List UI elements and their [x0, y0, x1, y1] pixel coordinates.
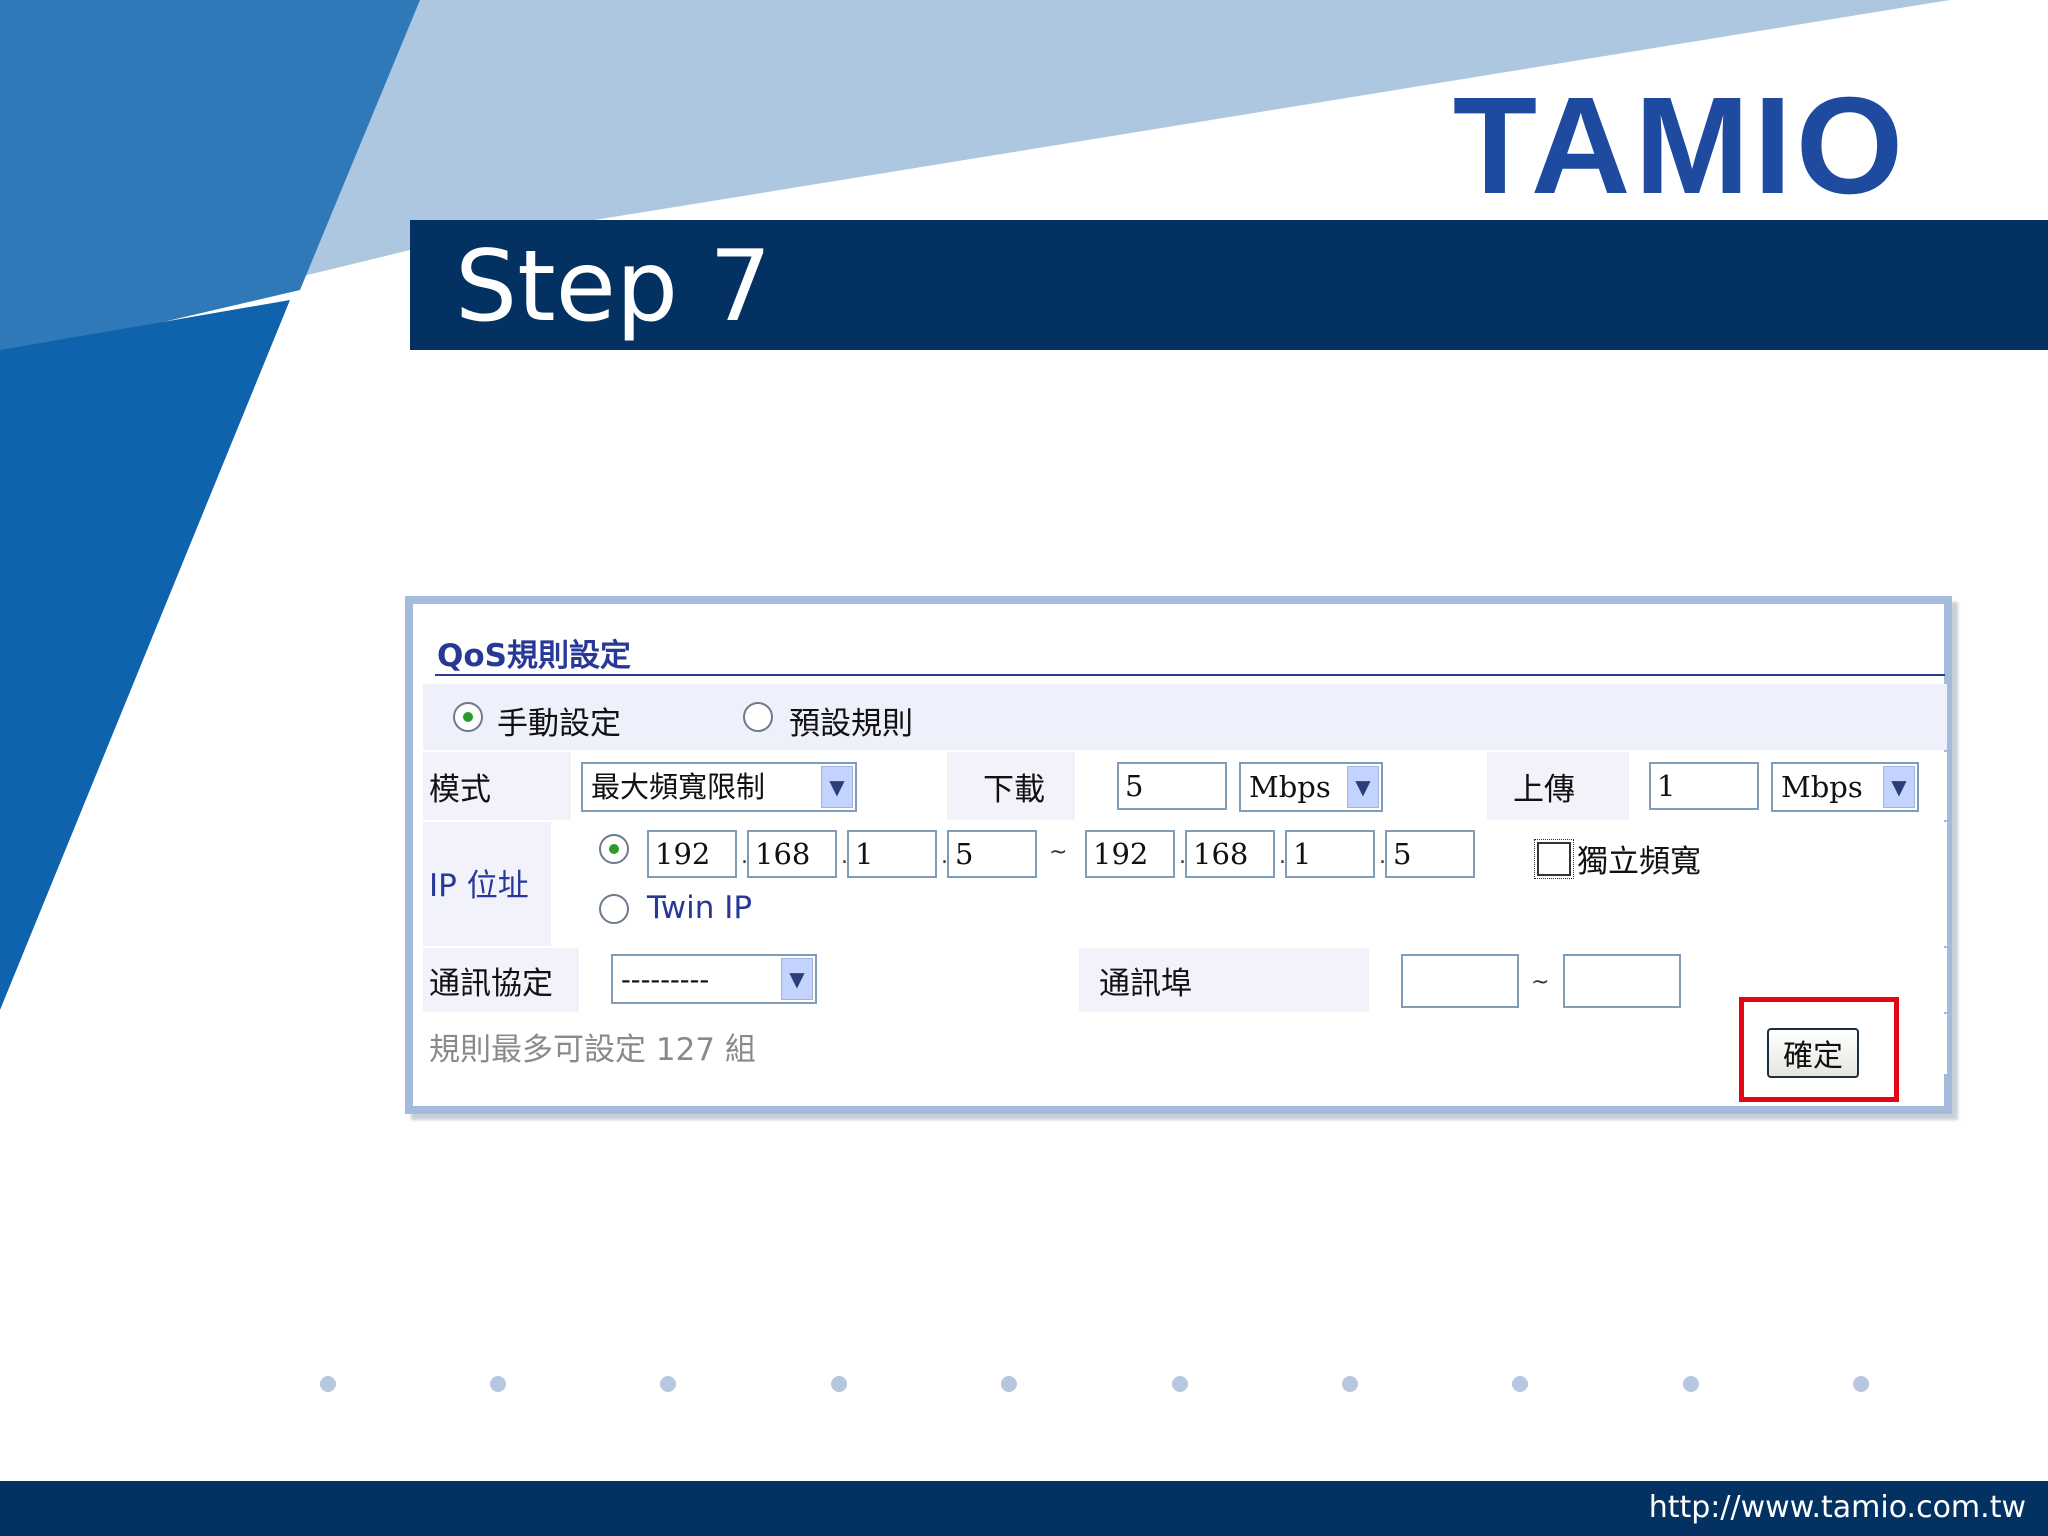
- title-divider: [435, 674, 1945, 676]
- manual-setting-label: 手動設定: [497, 706, 621, 742]
- ip-end-octet-4[interactable]: 5: [1385, 830, 1475, 878]
- protocol-row: 通訊協定 --------- ▼ 通訊埠 ~: [423, 948, 1947, 1012]
- download-unit-select[interactable]: Mbps ▼: [1239, 762, 1383, 812]
- ip-end-octet-2[interactable]: 168: [1185, 830, 1275, 878]
- chevron-down-icon: ▼: [1883, 766, 1915, 808]
- mode-select-value: 最大頻寬限制: [591, 770, 766, 804]
- decorative-dot: [1512, 1376, 1528, 1392]
- port-from-input[interactable]: [1401, 954, 1519, 1008]
- ip-address-label: IP 位址: [429, 868, 529, 904]
- download-input[interactable]: 5: [1117, 762, 1227, 810]
- decorative-dot: [1683, 1376, 1699, 1392]
- ip-start-octet-1[interactable]: 192: [647, 830, 737, 878]
- upload-unit-value: Mbps: [1781, 770, 1863, 804]
- chevron-down-icon: ▼: [821, 766, 853, 808]
- manual-setting-radio[interactable]: [453, 702, 483, 732]
- info-row: 規則最多可設定 127 組: [423, 1014, 1947, 1074]
- download-unit-value: Mbps: [1249, 770, 1331, 804]
- decorative-dot: [660, 1376, 676, 1392]
- ip-end-octet-1[interactable]: 192: [1085, 830, 1175, 878]
- twin-ip-radio[interactable]: [599, 894, 629, 924]
- decorative-dot: [490, 1376, 506, 1392]
- qos-panel-title: QoS規則設定: [437, 638, 631, 674]
- preset-rule-radio[interactable]: [743, 702, 773, 732]
- footer-url: http://www.tamio.com.tw: [1648, 1490, 2026, 1525]
- slide-title: Step 7: [455, 230, 772, 344]
- decorative-dot-row: [0, 1376, 2048, 1396]
- max-rules-info: 規則最多可設定 127 組: [429, 1032, 756, 1068]
- download-label: 下載: [983, 772, 1045, 808]
- mode-select[interactable]: 最大頻寬限制 ▼: [581, 762, 857, 812]
- protocol-select[interactable]: --------- ▼: [611, 954, 817, 1004]
- decorative-dot: [320, 1376, 336, 1392]
- protocol-select-value: ---------: [621, 962, 710, 996]
- upload-label: 上傳: [1513, 772, 1575, 808]
- decorative-dot: [1172, 1376, 1188, 1392]
- decorative-dot: [1853, 1376, 1869, 1392]
- ip-range-radio[interactable]: [599, 834, 629, 864]
- independent-bandwidth-label: 獨立頻寬: [1577, 844, 1701, 880]
- preset-rule-label: 預設規則: [789, 706, 913, 742]
- decorative-dot: [1342, 1376, 1358, 1392]
- decorative-dot: [831, 1376, 847, 1392]
- protocol-label: 通訊協定: [429, 966, 553, 1002]
- ip-start-octet-3[interactable]: 1: [847, 830, 937, 878]
- port-to-input[interactable]: [1563, 954, 1681, 1008]
- qos-rule-panel: QoS規則設定 手動設定 預設規則 模式 最大頻寬限制 ▼ 下載 5 Mbps …: [405, 596, 1952, 1114]
- setting-mode-row: 手動設定 預設規則: [423, 684, 1947, 750]
- ip-address-row: IP 位址 192 . 168 . 1 . 5 ~ 192 . 168 . 1 …: [423, 822, 1947, 946]
- independent-bandwidth-checkbox[interactable]: [1534, 839, 1574, 879]
- upload-input[interactable]: 1: [1649, 762, 1759, 810]
- upload-unit-select[interactable]: Mbps ▼: [1771, 762, 1919, 812]
- decorative-dot: [1001, 1376, 1017, 1392]
- ip-start-octet-4[interactable]: 5: [947, 830, 1037, 878]
- port-range-separator: ~: [1531, 970, 1550, 995]
- tamio-logo: TAMIO: [1452, 68, 1908, 223]
- ip-start-octet-2[interactable]: 168: [747, 830, 837, 878]
- twin-ip-label: Twin IP: [647, 890, 753, 926]
- ip-end-octet-3[interactable]: 1: [1285, 830, 1375, 878]
- mode-label: 模式: [429, 772, 491, 808]
- chevron-down-icon: ▼: [781, 958, 813, 1000]
- bandwidth-row: 模式 最大頻寬限制 ▼ 下載 5 Mbps ▼ 上傳 1 Mbps ▼: [423, 752, 1947, 820]
- ip-range-separator: ~: [1049, 840, 1068, 865]
- port-label: 通訊埠: [1099, 966, 1192, 1002]
- chevron-down-icon: ▼: [1347, 766, 1379, 808]
- confirm-highlight-box: [1739, 997, 1899, 1102]
